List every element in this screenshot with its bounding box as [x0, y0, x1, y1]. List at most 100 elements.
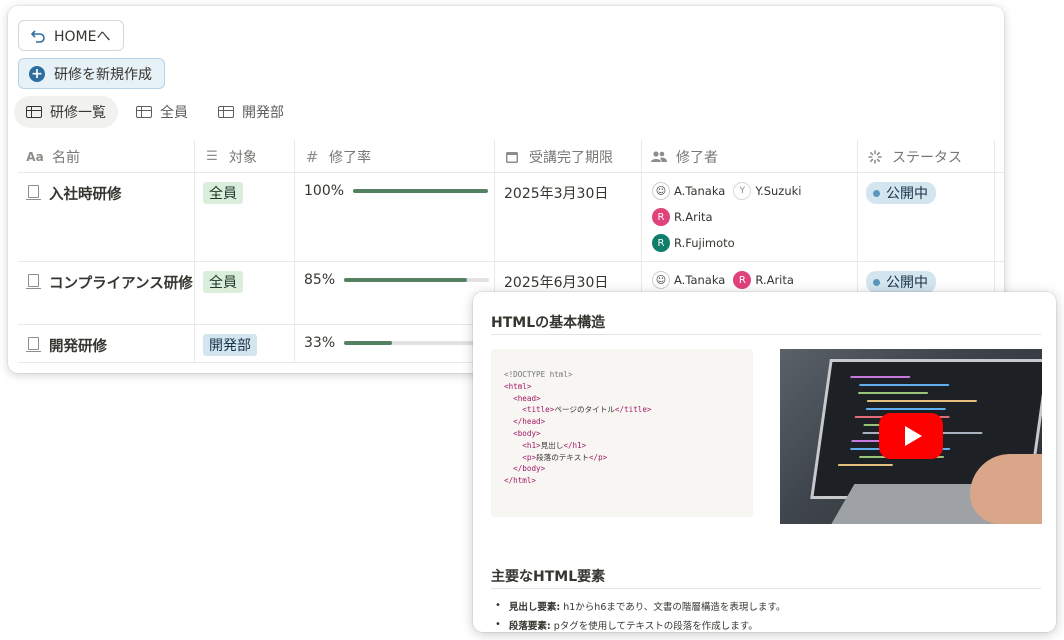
list-item: 見出し要素: h1からh6まであり、文書の階層構造を表現します。 — [495, 596, 786, 615]
target-tag: 開発部 — [203, 334, 257, 356]
code-block: <!DOCTYPE html> <html> <head> <title>ページ… — [491, 349, 753, 517]
bullet-text: h1からh6まであり、文書の階層構造を表現します。 — [560, 601, 786, 613]
page-icon — [26, 274, 41, 289]
code-line: </head> — [504, 416, 753, 428]
person-chip: R R.Arita — [652, 207, 852, 227]
rate-cell: 85% — [295, 262, 495, 324]
rate-text: 33% — [304, 335, 336, 351]
rate-text: 100% — [304, 183, 345, 199]
target-tag: 全員 — [203, 182, 243, 204]
text-property-icon: Aa — [26, 149, 44, 164]
person-name: R.Fujimoto — [674, 236, 735, 250]
column-header-deadline[interactable]: 受講完了期限 — [495, 140, 642, 173]
person-name: R.Arita — [674, 210, 713, 224]
deadline-cell[interactable]: 2025年3月30日 — [495, 173, 642, 261]
person-name: A.Tanaka — [674, 273, 726, 287]
training-name: コンプライアンス研修 — [49, 276, 193, 292]
code-token: <h1> — [522, 440, 541, 450]
status-text: 公開中 — [886, 275, 928, 291]
column-header-completers[interactable]: 修了者 — [642, 140, 858, 173]
column-label: 名前 — [52, 149, 80, 166]
status-cell[interactable]: 公開中 — [858, 173, 995, 261]
progress-fill — [344, 278, 468, 282]
back-arrow-icon — [30, 29, 45, 43]
person-name: A.Tanaka — [674, 184, 726, 198]
code-token: <p> — [522, 452, 537, 462]
code-token: </p> — [588, 452, 608, 462]
number-icon: # — [305, 147, 319, 166]
people-icon — [650, 150, 668, 163]
name-cell[interactable]: 開発研修 — [18, 325, 195, 362]
page-icon — [26, 185, 41, 200]
bullet-list: 見出し要素: h1からh6まであり、文書の階層構造を表現します。 段落要素: p… — [495, 596, 786, 632]
status-dot — [873, 278, 880, 286]
tab-label: 開発部 — [242, 105, 284, 121]
column-header-name[interactable]: Aa 名前 — [18, 140, 195, 173]
column-header-target[interactable]: ☰ 対象 — [195, 140, 295, 173]
code-line: </html> — [504, 476, 537, 486]
tab-dev-dept[interactable]: 開発部 — [206, 96, 296, 128]
person-chip: ☺ A.Tanaka — [652, 270, 725, 290]
tab-training-list[interactable]: 研修一覧 — [14, 96, 118, 128]
table-icon — [218, 106, 234, 118]
new-training-button[interactable]: + 研修を新規作成 — [18, 58, 165, 89]
section-heading: 主要なHTML要素 — [491, 569, 606, 585]
column-label: 修了率 — [329, 149, 371, 166]
target-cell[interactable]: 全員 — [195, 262, 295, 324]
avatar: R — [652, 208, 670, 226]
column-label: 対象 — [229, 149, 257, 166]
person-name: Y.Suzuki — [755, 184, 802, 198]
column-header-status[interactable]: ステータス — [858, 140, 995, 173]
table-icon — [26, 106, 42, 118]
avatar: Y — [733, 182, 752, 200]
code-line: <h1>見出し</h1> — [504, 440, 753, 452]
target-cell[interactable]: 全員 — [195, 173, 295, 261]
code-line: <p>段落のテキスト</p> — [504, 452, 753, 464]
table-row[interactable]: 入社時研修 全員 100% 2025年3月30日 ☺ A.Tanaka Y Y.… — [18, 173, 1004, 262]
code-token: </title> — [614, 405, 652, 415]
rate-cell: 100% — [295, 173, 495, 261]
calendar-icon — [503, 150, 521, 164]
code-token: </body> — [513, 464, 546, 474]
code-token: 段落のテキスト — [536, 452, 589, 462]
rate-cell: 33% — [295, 325, 495, 362]
column-label: ステータス — [892, 149, 962, 166]
target-cell[interactable]: 開発部 — [195, 325, 295, 362]
tab-all[interactable]: 全員 — [124, 96, 200, 128]
name-cell[interactable]: 入社時研修 — [18, 173, 195, 261]
person-name: R.Arita — [755, 273, 794, 287]
face-avatar-icon: ☺ — [652, 271, 670, 289]
name-cell[interactable]: コンプライアンス研修 — [18, 262, 195, 324]
bullet-text: pタグを使用してテキストの段落を作成します。 — [550, 620, 758, 632]
training-name: 入社時研修 — [49, 187, 122, 203]
completers-cell[interactable]: ☺ A.Tanaka Y Y.Suzuki R R.Arita R R.Fuji… — [642, 173, 858, 261]
home-button[interactable]: HOMEへ — [18, 20, 125, 51]
divider — [491, 334, 1041, 335]
home-button-label: HOMEへ — [54, 28, 111, 45]
person-chip: ☺ A.Tanaka — [652, 181, 725, 201]
page-icon — [26, 337, 41, 352]
progress-fill — [353, 189, 489, 193]
new-training-label: 研修を新規作成 — [54, 66, 152, 83]
code-line: <html> — [504, 381, 532, 391]
code-line: <body> — [504, 428, 753, 440]
video-embed[interactable] — [780, 349, 1042, 524]
status-dot — [873, 189, 880, 197]
divider — [491, 588, 1041, 589]
code-token: <body> — [513, 428, 541, 438]
code-token: </head> — [513, 417, 546, 427]
person-chip: R R.Fujimoto — [652, 233, 735, 253]
bullet-term: 段落要素: — [508, 620, 551, 632]
code-token: </h1> — [563, 440, 587, 450]
target-tag: 全員 — [203, 271, 243, 293]
list-item: 段落要素: pタグを使用してテキストの段落を作成します。 — [495, 615, 785, 632]
code-token: <head> — [513, 393, 541, 403]
progress-bar — [353, 189, 489, 193]
progress-bar — [344, 278, 490, 282]
bullet-term: 見出し要素: — [508, 601, 561, 613]
column-label: 受講完了期限 — [529, 149, 613, 166]
training-name: 開発研修 — [49, 339, 107, 355]
status-spinner-icon — [866, 149, 884, 164]
column-header-rate[interactable]: # 修了率 — [295, 140, 495, 173]
youtube-play-icon[interactable] — [879, 413, 943, 459]
